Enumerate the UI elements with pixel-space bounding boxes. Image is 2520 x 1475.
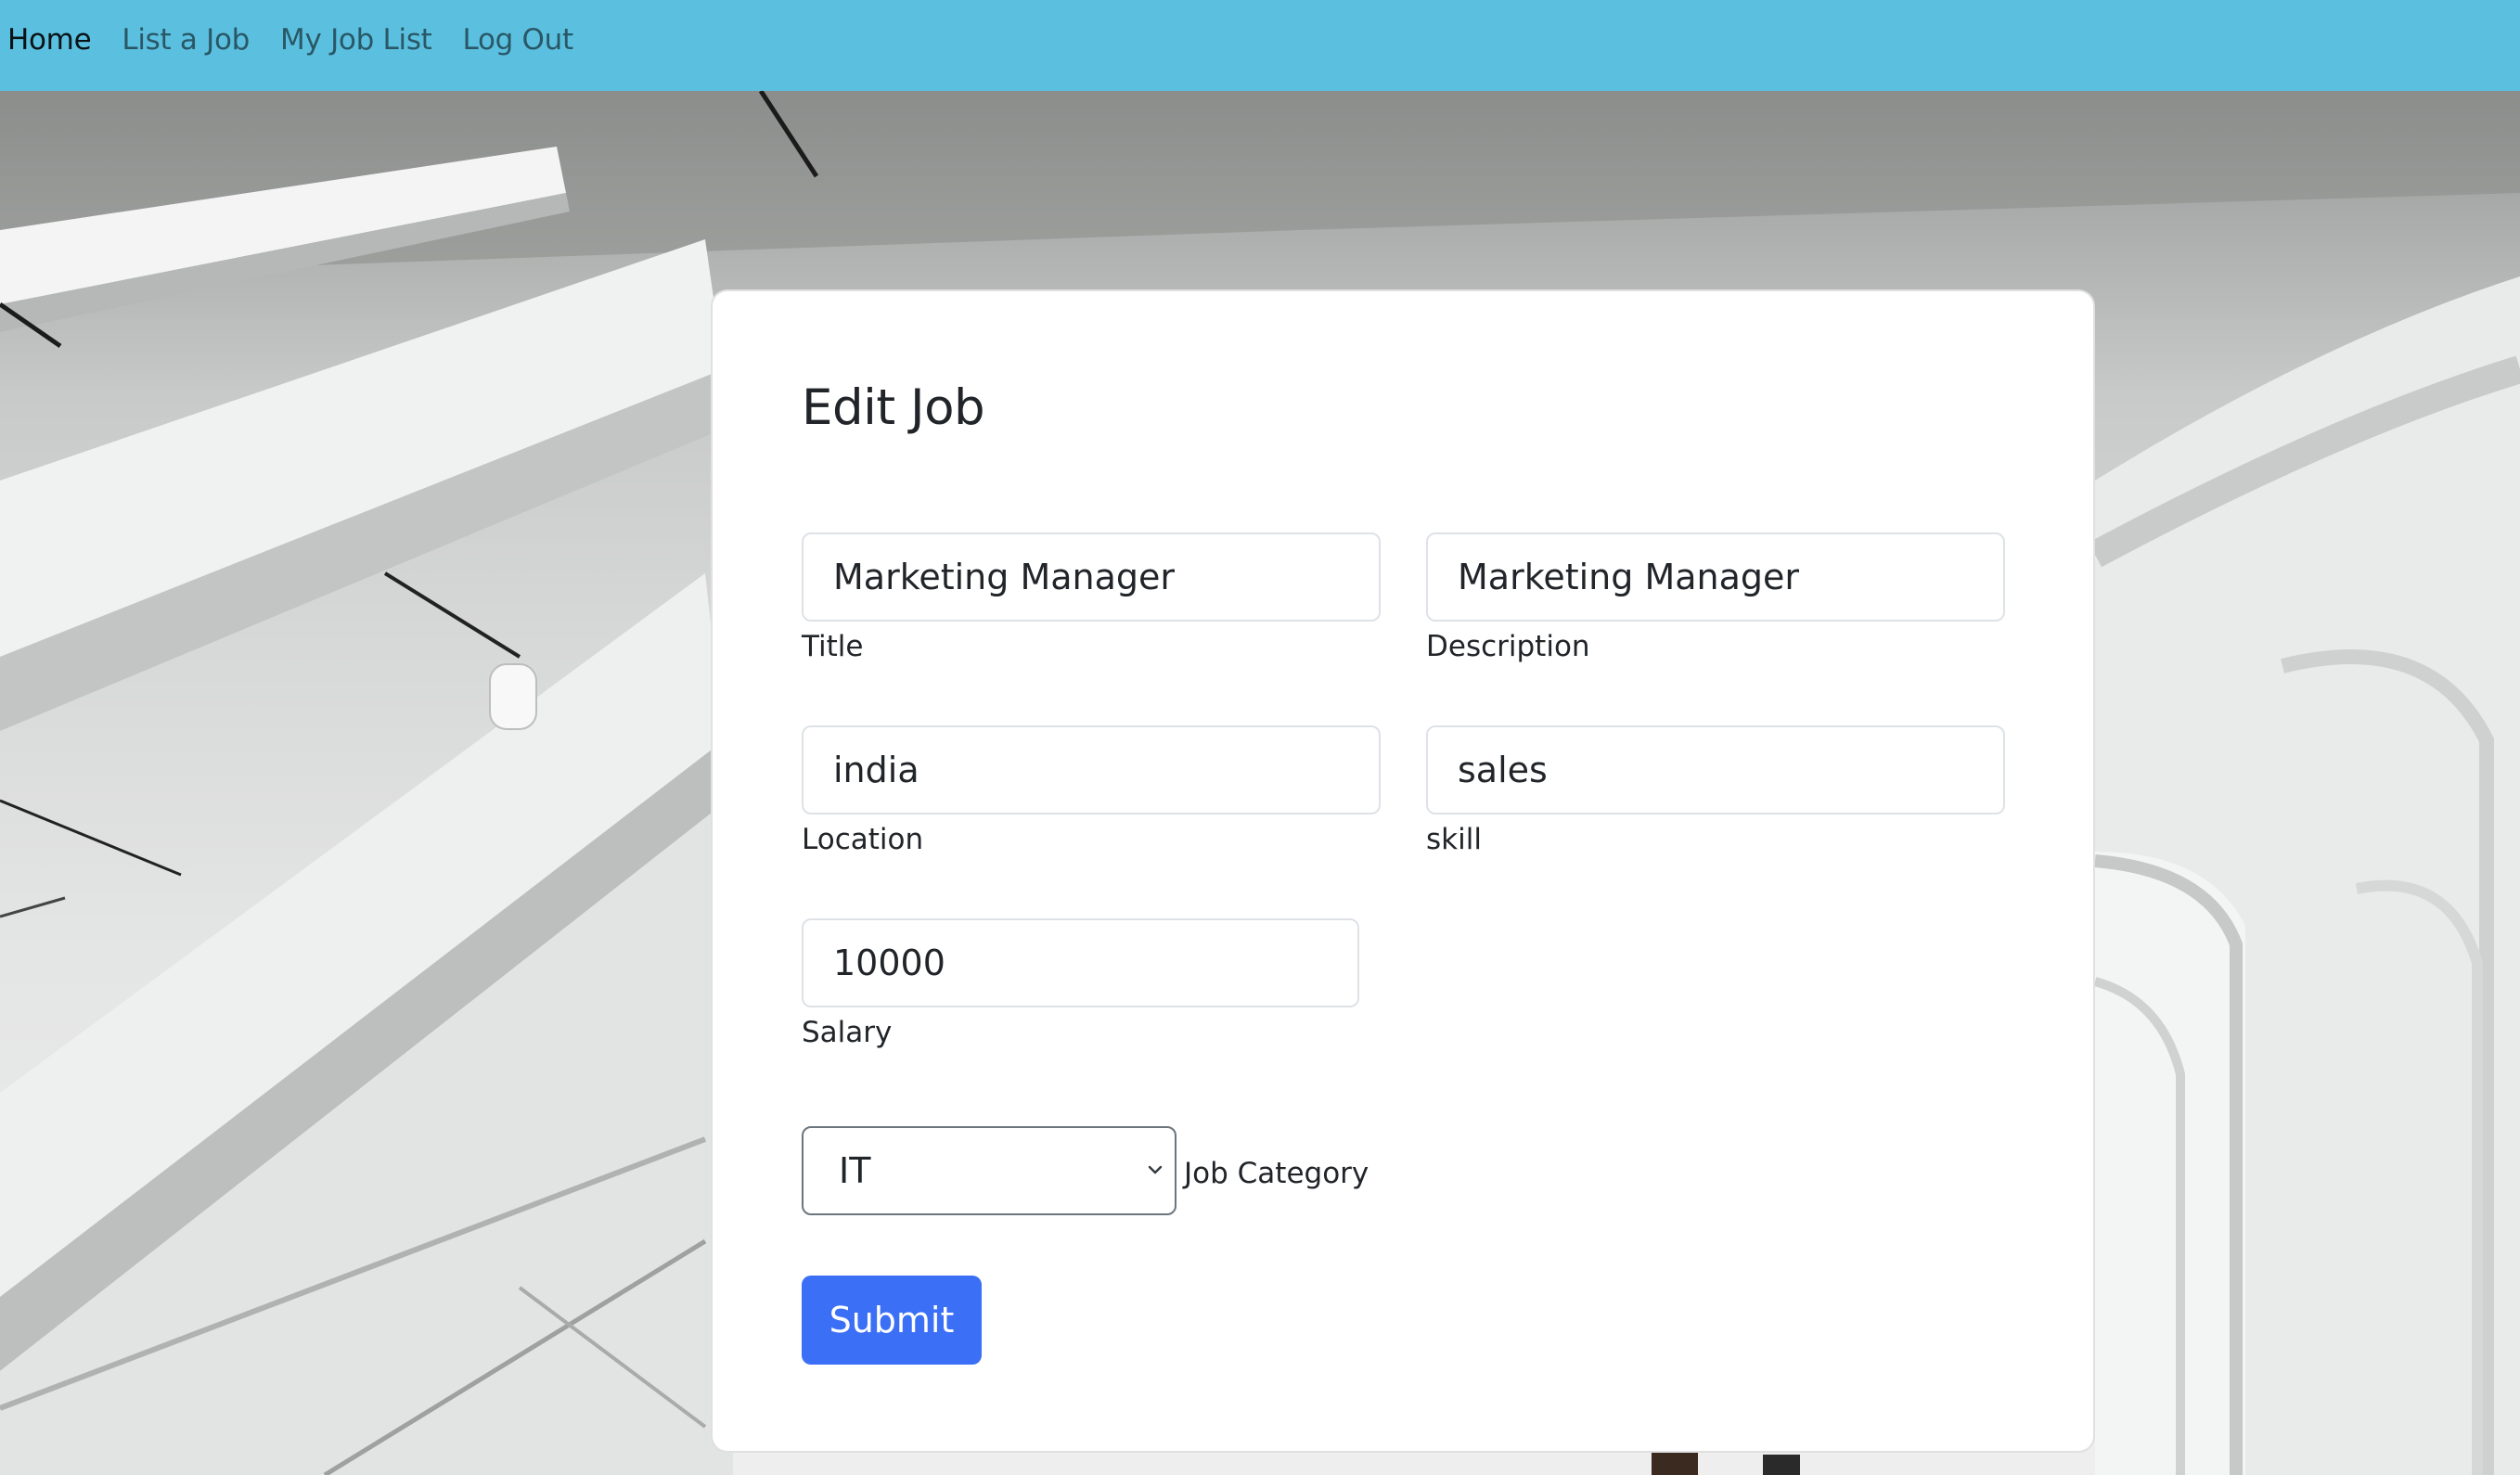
title-input[interactable] <box>833 557 1379 597</box>
job-category-select[interactable]: IT <box>802 1126 1176 1215</box>
skill-input[interactable] <box>1458 750 2003 790</box>
nav-log-out-link[interactable]: Log Out <box>463 25 574 55</box>
nav-list-a-job-link[interactable]: List a Job <box>122 25 250 55</box>
nav-my-job-list-link[interactable]: My Job List <box>280 25 432 55</box>
description-input[interactable] <box>1458 557 2003 597</box>
salary-field[interactable] <box>802 918 1359 1007</box>
skill-field[interactable] <box>1426 725 2005 814</box>
title-field[interactable] <box>802 532 1381 622</box>
page-title: Edit Job <box>802 379 985 436</box>
nav-home-link[interactable]: Home <box>7 25 92 55</box>
description-label: Description <box>1426 630 1590 663</box>
salary-label: Salary <box>802 1016 893 1049</box>
chevron-down-icon <box>1148 1165 1163 1174</box>
edit-job-card: Edit Job Title Description Location skil… <box>711 289 2095 1453</box>
job-category-label: Job Category <box>1184 1157 1369 1190</box>
location-field[interactable] <box>802 725 1381 814</box>
top-navbar: Home List a Job My Job List Log Out <box>0 0 2520 91</box>
submit-button[interactable]: Submit <box>802 1276 982 1365</box>
location-label: Location <box>802 823 924 856</box>
description-field[interactable] <box>1426 532 2005 622</box>
title-label: Title <box>802 630 864 663</box>
job-category-selected-value: IT <box>839 1150 871 1191</box>
salary-input[interactable] <box>833 943 1357 983</box>
skill-label: skill <box>1426 823 1482 856</box>
location-input[interactable] <box>833 750 1379 790</box>
